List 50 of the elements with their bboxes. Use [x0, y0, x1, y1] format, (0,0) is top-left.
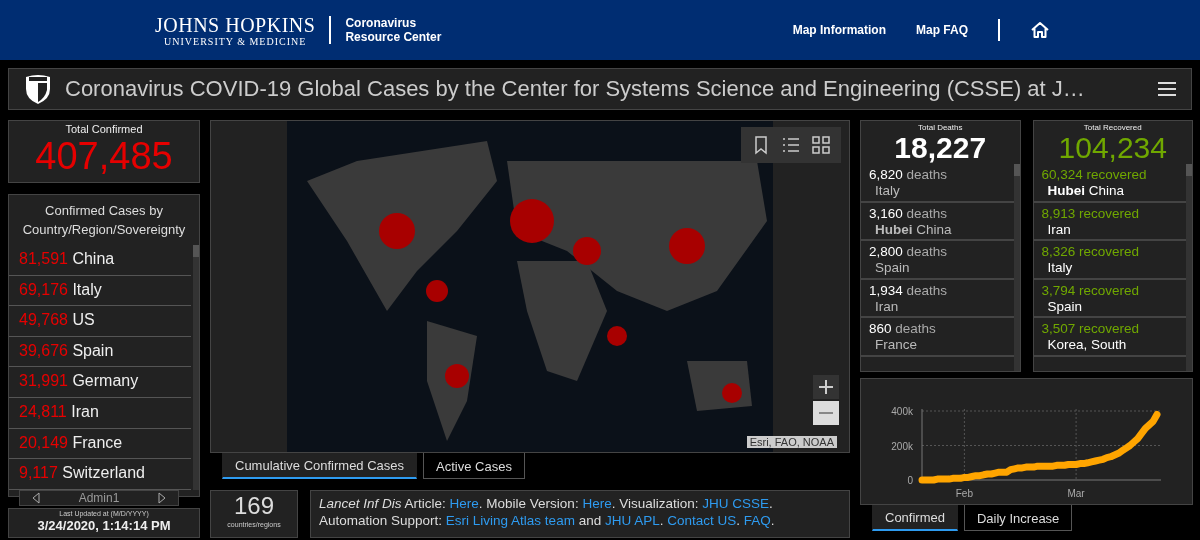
menu-icon[interactable] — [1157, 81, 1177, 97]
stat-value: 407,485 — [35, 135, 173, 177]
text-link[interactable]: Here — [449, 496, 479, 511]
country-row[interactable]: 69,176 Italy — [9, 275, 191, 307]
next-icon[interactable] — [158, 491, 166, 504]
tab[interactable]: Daily Increase — [963, 505, 1073, 531]
stat-label: Total Recovered — [1082, 122, 1143, 132]
country-row[interactable]: 39,676 Spain — [9, 336, 191, 368]
text-link[interactable]: JHU APL — [604, 513, 660, 528]
tab[interactable]: Active Cases — [423, 453, 525, 479]
nav-link[interactable]: Map Information — [792, 23, 886, 37]
stat-label: Total Confirmed — [65, 123, 143, 135]
axis-label: 200k — [891, 440, 913, 452]
updated-time: 3/24/2020, 1:14:14 PM — [37, 518, 171, 533]
previous-icon[interactable] — [32, 491, 40, 504]
country-row[interactable]: 20,149 France — [9, 428, 191, 460]
shield-icon — [23, 73, 53, 105]
axis-label: Feb — [955, 488, 973, 499]
pager-label: Admin1 — [78, 490, 120, 505]
scrollbar[interactable] — [1013, 164, 1020, 371]
map-attribution: Esri, FAO, NOAA — [746, 436, 837, 448]
text-link[interactable]: Esri Living Atlas team — [445, 513, 575, 528]
country-row[interactable]: 24,811 Iran — [9, 397, 191, 429]
tab[interactable]: Confirmed — [872, 505, 958, 531]
axis-label: 400k — [891, 406, 913, 417]
country-row[interactable]: 49,768 US — [9, 306, 191, 337]
scrollbar[interactable] — [193, 245, 199, 490]
text-link[interactable]: JHU CSSE — [702, 496, 769, 511]
country-row[interactable]: 9,117 Switzerland — [9, 459, 191, 490]
text-link[interactable]: Here — [582, 496, 612, 511]
dashboard-title: Coronavirus COVID-19 Global Cases by the Center for Systems Science and Engineering (CSSE) at J… — [65, 76, 1086, 102]
axis-label: 0 — [907, 475, 913, 486]
tab[interactable]: Cumulative Confirmed Cases — [222, 453, 418, 479]
country-count: 169 — [233, 491, 274, 521]
zoom-in-icon[interactable] — [813, 375, 839, 399]
scrollbar[interactable] — [1186, 164, 1192, 371]
stat-value: 18,227 — [893, 132, 988, 164]
nav-link[interactable]: Map FAQ — [916, 23, 968, 37]
country-row[interactable]: 31,991 Germany — [9, 367, 191, 398]
logo-subtitle: UNIVERSITY & MEDICINE — [164, 35, 307, 47]
site-name: Coronavirus Resource Center — [345, 16, 442, 44]
logo-title: JOHNS HOPKINS — [155, 13, 316, 36]
country-row[interactable]: 81,591 China — [9, 245, 191, 276]
axis-label: Mar — [1067, 488, 1085, 499]
stat-label: Total Deaths — [917, 122, 964, 132]
list-title: Confirmed Cases by Country/Region/Sovereignty — [21, 202, 187, 239]
home-icon[interactable] — [1030, 21, 1050, 39]
info-text: Lancet Inf Dis Article: Here. Mobile Version: Here. Visualization: JHU CSSE. Automation Support: Esri Living Atlas team and JHU APL. Contact US. FAQ. — [310, 490, 850, 538]
text-link[interactable]: FAQ — [743, 513, 771, 528]
stat-value: 104,234 — [1057, 132, 1168, 164]
